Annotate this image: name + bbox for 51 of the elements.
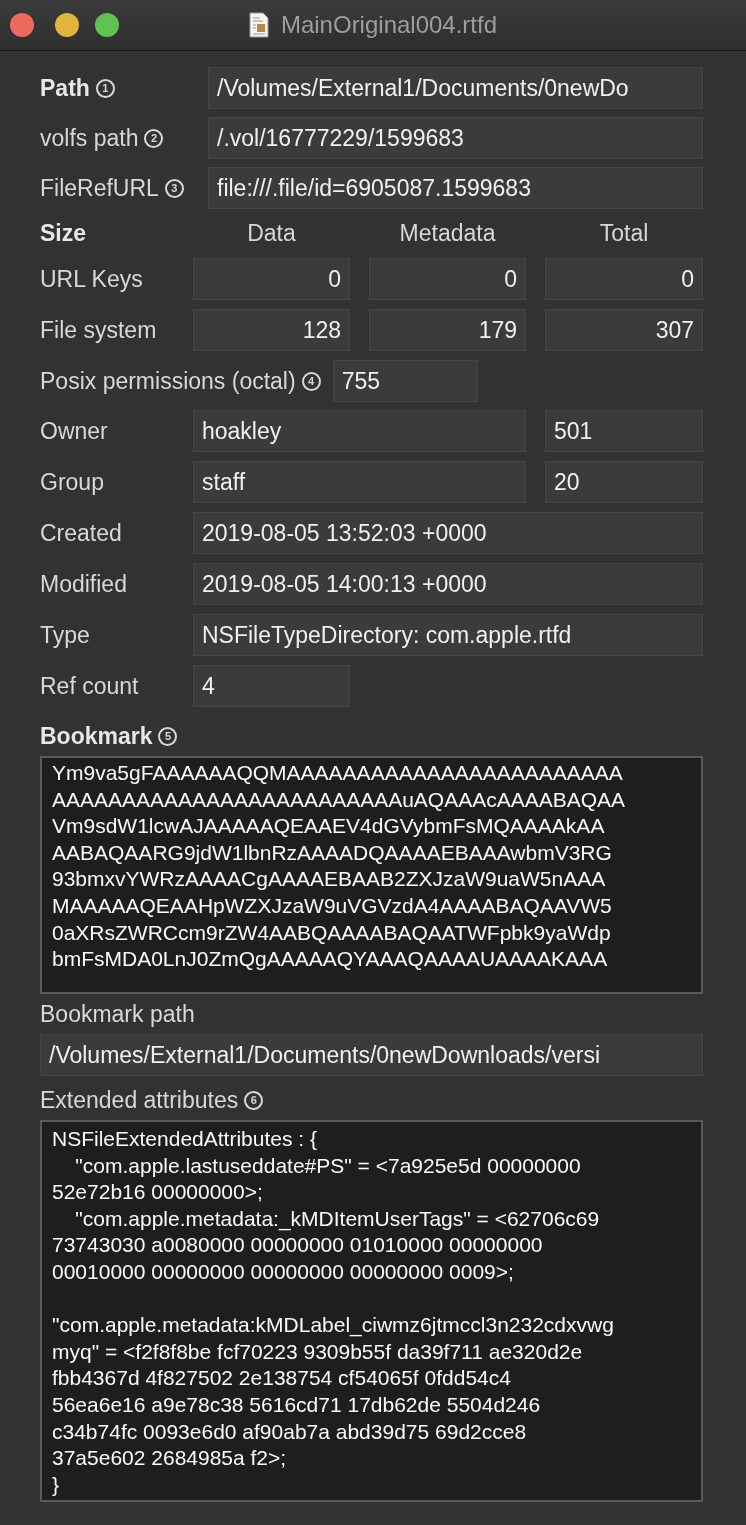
section-label: Bookmark	[40, 722, 153, 750]
info-badge[interactable]: 5	[158, 726, 178, 746]
attributes-text-area[interactable]: NSFileExtendedAttributes : { "com.apple.lastuseddate#PS" = <7a925e5d 00000000 52e72b16 00000000>; "com.apple.metadata:_kMDItemUserTags" = <62706c69 73743030 a0080000 00000000 01010000 00000000 00010000 00000000 00000000 00000000 0009>; "com.apple.metadata:kMDLabel_ciwmz6jtmccl3n232cdxvwg myq" = <f2f8f8be fcf70223 9309b55f da39f711 ae320d2e fbb4367d 4f827502 2e138754 cf54065f 0fdd54c4 56ea6e16 a9e78c38 5616cd71 17db62de 5504d246 c34b74fc 0093e6d0 af90ab7a abd39d75 69d2cce8 37a5e602 2684985a f2>; }	[40, 1120, 703, 1502]
text-field[interactable]: 501	[545, 410, 703, 452]
text-field[interactable]: /Volumes/External1/Documents/0newDownloads/versi	[40, 1034, 703, 1076]
field-label: FileRefURL	[40, 174, 159, 202]
field-label: Owner	[40, 417, 109, 445]
text-field[interactable]: 2019-08-05 14:00:13 +0000	[193, 563, 703, 605]
number-field[interactable]: 0	[193, 258, 350, 300]
number-field[interactable]: 128	[193, 309, 350, 351]
field-label: volfs path	[40, 124, 139, 152]
field-label: Extended attributes	[40, 1086, 239, 1114]
column-header: Data	[246, 219, 297, 248]
field-label: Type	[40, 621, 91, 649]
info-badge[interactable]: 6	[244, 1090, 264, 1110]
info-badge[interactable]: 1	[95, 78, 115, 98]
column-header: Total	[598, 219, 650, 248]
number-field[interactable]: 179	[369, 309, 526, 351]
field-label: Group	[40, 468, 105, 496]
field-label: Created	[40, 519, 123, 547]
column-header: Metadata	[398, 219, 497, 248]
row-label: File system	[40, 316, 158, 344]
field-label: Ref count	[40, 672, 140, 700]
document-icon	[248, 12, 269, 38]
field-label: Path	[40, 74, 90, 102]
row-label: URL Keys	[40, 265, 144, 293]
zoom-button[interactable]	[95, 13, 119, 37]
section-label: Size	[40, 219, 88, 247]
minimize-button[interactable]	[55, 13, 79, 37]
text-field[interactable]: 20	[545, 461, 703, 503]
text-field[interactable]: 4	[193, 665, 350, 707]
text-field[interactable]: 755	[332, 360, 478, 402]
number-field[interactable]: 307	[545, 309, 703, 351]
text-field[interactable]: staff	[193, 461, 526, 503]
number-field[interactable]: 0	[545, 258, 703, 300]
text-field[interactable]: file:///.file/id=6905087.1599683	[208, 167, 703, 209]
text-field[interactable]: /.vol/16777229/1599683	[208, 117, 703, 159]
field-label: Bookmark path	[40, 1000, 195, 1028]
text-field[interactable]: NSFileTypeDirectory: com.apple.rtfd	[193, 614, 703, 656]
field-label: Posix permissions (octal)	[40, 367, 296, 395]
window-title: MainOriginal004.rtfd	[280, 11, 498, 39]
number-field[interactable]: 0	[369, 258, 526, 300]
info-badge[interactable]: 3	[164, 178, 184, 198]
field-label: Modified	[40, 570, 128, 598]
info-badge[interactable]: 2	[144, 128, 164, 148]
text-field[interactable]: /Volumes/External1/Documents/0newDo	[208, 67, 703, 109]
text-field[interactable]: 2019-08-05 13:52:03 +0000	[193, 512, 703, 554]
info-badge[interactable]: 4	[301, 371, 321, 391]
bookmark-text-area[interactable]: Ym9va5gFAAAAAAQQMAAAAAAAAAAAAAAAAAAAAAAAA AAAAAAAAAAAAAAAAAAAAAAAAAuAQAAAcAAAABAQAA Vm9sdW1lcwAJAAAAAQEAAEV4dGVybmFsMQAAAAkAA AABAQAARG9jdW1lbnRzAAAADQAAAAEBAAAwbmV3RG 93bmxvYWRzAAAACgAAAAEBAAB2ZXJzaW9uaW5nAAA MAAAAAQEAAHpWZXJzaW9uVGVzdA4AAAABAQAAVW5 0aXRsZWRCcm9rZW4AABQAAAABAQAATWFpbk9yaWdp bmFsMDA0LnJ0ZmQgAAAAAQYAAAQAAAAUAAAAKAAA	[40, 756, 703, 994]
close-button[interactable]	[10, 13, 34, 37]
text-field[interactable]: hoakley	[193, 410, 526, 452]
